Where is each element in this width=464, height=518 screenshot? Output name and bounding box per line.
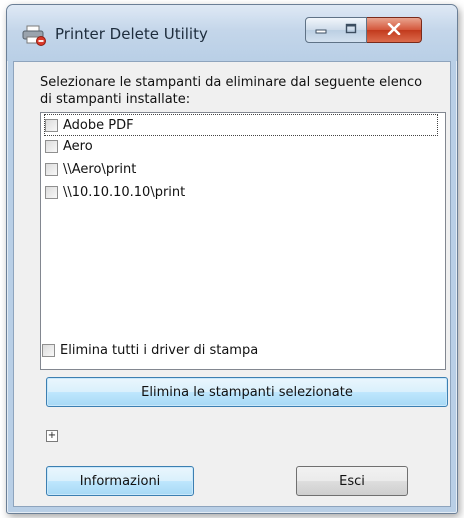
printer-label: \\10.10.10.10\print	[63, 184, 186, 200]
maximize-button[interactable]	[336, 17, 367, 43]
printer-list-item[interactable]: Aero	[45, 136, 93, 156]
printer-checkbox[interactable]	[45, 162, 58, 176]
printer-label: Aero	[63, 138, 93, 154]
minimize-icon	[315, 23, 327, 37]
printer-checkbox[interactable]	[45, 185, 58, 199]
minimize-button[interactable]	[305, 17, 337, 43]
printer-delete-icon	[21, 24, 47, 46]
info-button[interactable]: Informazioni	[46, 466, 194, 496]
delete-all-drivers-checkbox[interactable]	[42, 344, 55, 357]
app-window: Printer Delete Utility Selezionare le st…	[6, 4, 458, 514]
expand-icon[interactable]: +	[46, 430, 58, 442]
delete-all-drivers-label: Elimina tutti i driver di stampa	[60, 343, 259, 358]
instructions-label: Selezionare le stampanti da eliminare da…	[40, 75, 423, 107]
exit-button[interactable]: Esci	[296, 466, 408, 496]
delete-selected-button[interactable]: Elimina le stampanti selezionate	[46, 377, 448, 407]
printer-checkbox[interactable]	[45, 118, 58, 132]
printer-list-item[interactable]: Adobe PDF	[44, 114, 438, 136]
printer-list[interactable]: Adobe PDF Aero \\Aero\print \\10.10.10.1…	[40, 112, 446, 370]
printer-label: \\Aero\print	[63, 161, 137, 177]
dialog-client-area: Selezionare le stampanti da eliminare da…	[13, 61, 451, 507]
printer-label: Adobe PDF	[63, 117, 134, 133]
close-button[interactable]	[367, 17, 422, 43]
delete-all-drivers-option[interactable]: Elimina tutti i driver di stampa	[42, 343, 258, 358]
close-icon	[387, 22, 401, 38]
window-title: Printer Delete Utility	[55, 25, 208, 43]
printer-list-item[interactable]: \\10.10.10.10\print	[45, 182, 185, 202]
title-bar[interactable]: Printer Delete Utility	[7, 5, 457, 61]
maximize-icon	[345, 23, 357, 37]
printer-checkbox[interactable]	[45, 139, 58, 153]
printer-list-item[interactable]: \\Aero\print	[45, 159, 136, 179]
